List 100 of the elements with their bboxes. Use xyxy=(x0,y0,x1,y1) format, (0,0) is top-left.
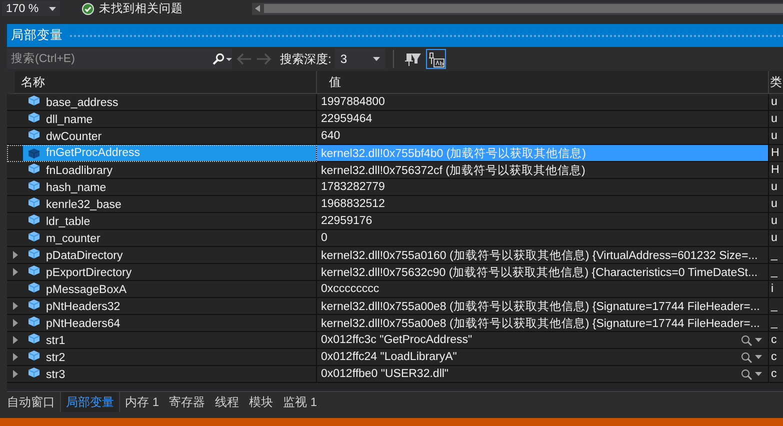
variable-icon xyxy=(28,129,40,140)
value-cell: 1968832512 xyxy=(317,196,769,213)
value-cell: kernel32.dll!0x75632c90 (加载符号以获取其他信息) {Characteristics=0 TimeDateSt... xyxy=(317,264,769,281)
name-cell[interactable]: pNtHeaders64 xyxy=(7,315,317,332)
status-text: 未找到相关问题 xyxy=(99,2,183,16)
tab[interactable]: 寄存器 xyxy=(164,392,210,412)
variable-icon xyxy=(28,248,40,259)
variable-name: pDataDirectory xyxy=(46,250,123,262)
variable-icon xyxy=(28,95,40,106)
tab[interactable]: 内存 1 xyxy=(120,392,164,412)
type-cell: u xyxy=(769,111,783,128)
expand-arrow-icon[interactable] xyxy=(12,251,18,259)
value-cell: kernel32.dll!0x756372cf (加载符号以获取其他信息) xyxy=(317,162,769,179)
magnifier-icon[interactable] xyxy=(741,368,752,380)
name-cell[interactable]: base_address xyxy=(7,94,317,111)
value-cell: 0x012ffc3c "GetProcAddress" xyxy=(317,332,769,349)
variable-name: pExportDirectory xyxy=(46,267,132,279)
expand-arrow-icon[interactable] xyxy=(12,370,18,378)
tab[interactable]: 线程 xyxy=(210,392,244,412)
search-icon[interactable] xyxy=(212,49,232,69)
tab[interactable]: 自动窗口 xyxy=(2,392,60,412)
value-cell: kernel32.dll!0x755bf4b0 (加载符号以获取其他信息) xyxy=(317,145,769,162)
variable-name: dwCounter xyxy=(46,131,102,143)
check-icon xyxy=(82,2,94,14)
variable-name: ldr_table xyxy=(46,216,90,228)
tab[interactable]: 模块 xyxy=(244,392,278,412)
column-header[interactable]: 名称 xyxy=(7,71,317,94)
expand-arrow-icon[interactable] xyxy=(12,336,18,344)
variable-icon xyxy=(28,282,40,293)
search-field[interactable]: 搜索(Ctrl+E) xyxy=(7,49,212,69)
name-cell[interactable]: pDataDirectory xyxy=(7,247,317,264)
variable-name: pNtHeaders64 xyxy=(46,318,120,330)
variable-name: fnGetProcAddress xyxy=(46,147,140,159)
variable-name: str3 xyxy=(46,369,66,381)
type-cell: _ xyxy=(769,264,783,281)
variable-name: str1 xyxy=(46,335,66,347)
name-cell[interactable]: str1 xyxy=(7,332,317,349)
caret-icon[interactable] xyxy=(755,355,762,359)
value-cell: 1783282779 xyxy=(317,179,769,196)
hex-display-button[interactable] xyxy=(426,49,446,69)
variable-name: str2 xyxy=(46,352,66,364)
name-cell[interactable]: pExportDirectory xyxy=(7,264,317,281)
name-cell[interactable]: m_counter xyxy=(7,230,317,247)
type-cell: u xyxy=(769,128,783,145)
type-cell: _ xyxy=(769,298,783,315)
variable-icon xyxy=(28,333,40,344)
type-cell: u xyxy=(769,179,783,196)
variable-name: fnLoadlibrary xyxy=(46,165,112,177)
expand-arrow-icon[interactable] xyxy=(12,319,18,327)
variable-name: m_counter xyxy=(46,233,100,245)
caret-icon[interactable] xyxy=(755,338,762,342)
expand-arrow-icon[interactable] xyxy=(12,353,18,361)
type-cell: c xyxy=(769,332,783,349)
magnifier-icon[interactable] xyxy=(741,334,752,346)
type-cell: H xyxy=(769,145,783,162)
variable-name: pMessageBoxA xyxy=(46,284,127,296)
type-cell: _ xyxy=(769,247,783,264)
variable-icon xyxy=(28,316,40,327)
name-cell[interactable]: dll_name xyxy=(7,111,317,128)
search-depth-dropdown[interactable]: 3 xyxy=(335,49,386,69)
name-cell[interactable]: ldr_table xyxy=(7,213,317,230)
horizontal-scrollbar[interactable] xyxy=(252,2,783,14)
variable-icon xyxy=(28,163,40,174)
value-cell: kernel32.dll!0x755a00e8 (加载符号以获取其他信息) {Signature=17744 FileHeader=... xyxy=(317,315,769,332)
tab[interactable]: 监视 1 xyxy=(278,392,322,412)
column-header[interactable]: 值 xyxy=(317,71,769,94)
value-cell: 1997884800 xyxy=(317,94,769,111)
name-cell[interactable]: kenrle32_base xyxy=(7,196,317,213)
expand-arrow-icon[interactable] xyxy=(12,268,18,276)
variable-icon xyxy=(28,180,40,191)
caret-icon xyxy=(373,57,380,61)
type-cell: u xyxy=(769,213,783,230)
variable-name: base_address xyxy=(46,97,118,109)
type-cell: i xyxy=(769,281,783,298)
value-cell: kernel32.dll!0x755a00e8 (加载符号以获取其他信息) {Signature=17744 FileHeader=... xyxy=(317,298,769,315)
type-cell: u xyxy=(769,230,783,247)
type-cell: _ xyxy=(769,315,783,332)
name-cell[interactable]: fnLoadlibrary xyxy=(7,162,317,179)
tab[interactable]: 局部变量 xyxy=(60,392,120,412)
type-cell: c xyxy=(769,349,783,366)
variable-icon xyxy=(28,265,40,276)
scroll-left-arrow-icon[interactable] xyxy=(255,5,260,12)
name-cell[interactable]: hash_name xyxy=(7,179,317,196)
value-cell: 22959176 xyxy=(317,213,769,230)
name-cell[interactable]: pNtHeaders32 xyxy=(7,298,317,315)
name-cell[interactable]: str2 xyxy=(7,349,317,366)
zoom-dropdown[interactable]: 170 % xyxy=(2,1,60,16)
type-cell: u xyxy=(769,94,783,111)
caret-icon[interactable] xyxy=(755,372,762,376)
type-cell: H xyxy=(769,162,783,179)
magnifier-icon[interactable] xyxy=(741,352,752,362)
variable-name: dll_name xyxy=(46,114,93,126)
variable-icon xyxy=(28,231,40,242)
expand-arrow-icon[interactable] xyxy=(12,302,18,310)
variable-icon xyxy=(28,214,40,225)
name-cell[interactable]: pMessageBoxA xyxy=(7,281,317,298)
variable-icon xyxy=(28,367,40,378)
variable-name: hash_name xyxy=(46,182,106,194)
value-cell: 0 xyxy=(317,230,769,247)
variable-icon xyxy=(28,112,40,123)
